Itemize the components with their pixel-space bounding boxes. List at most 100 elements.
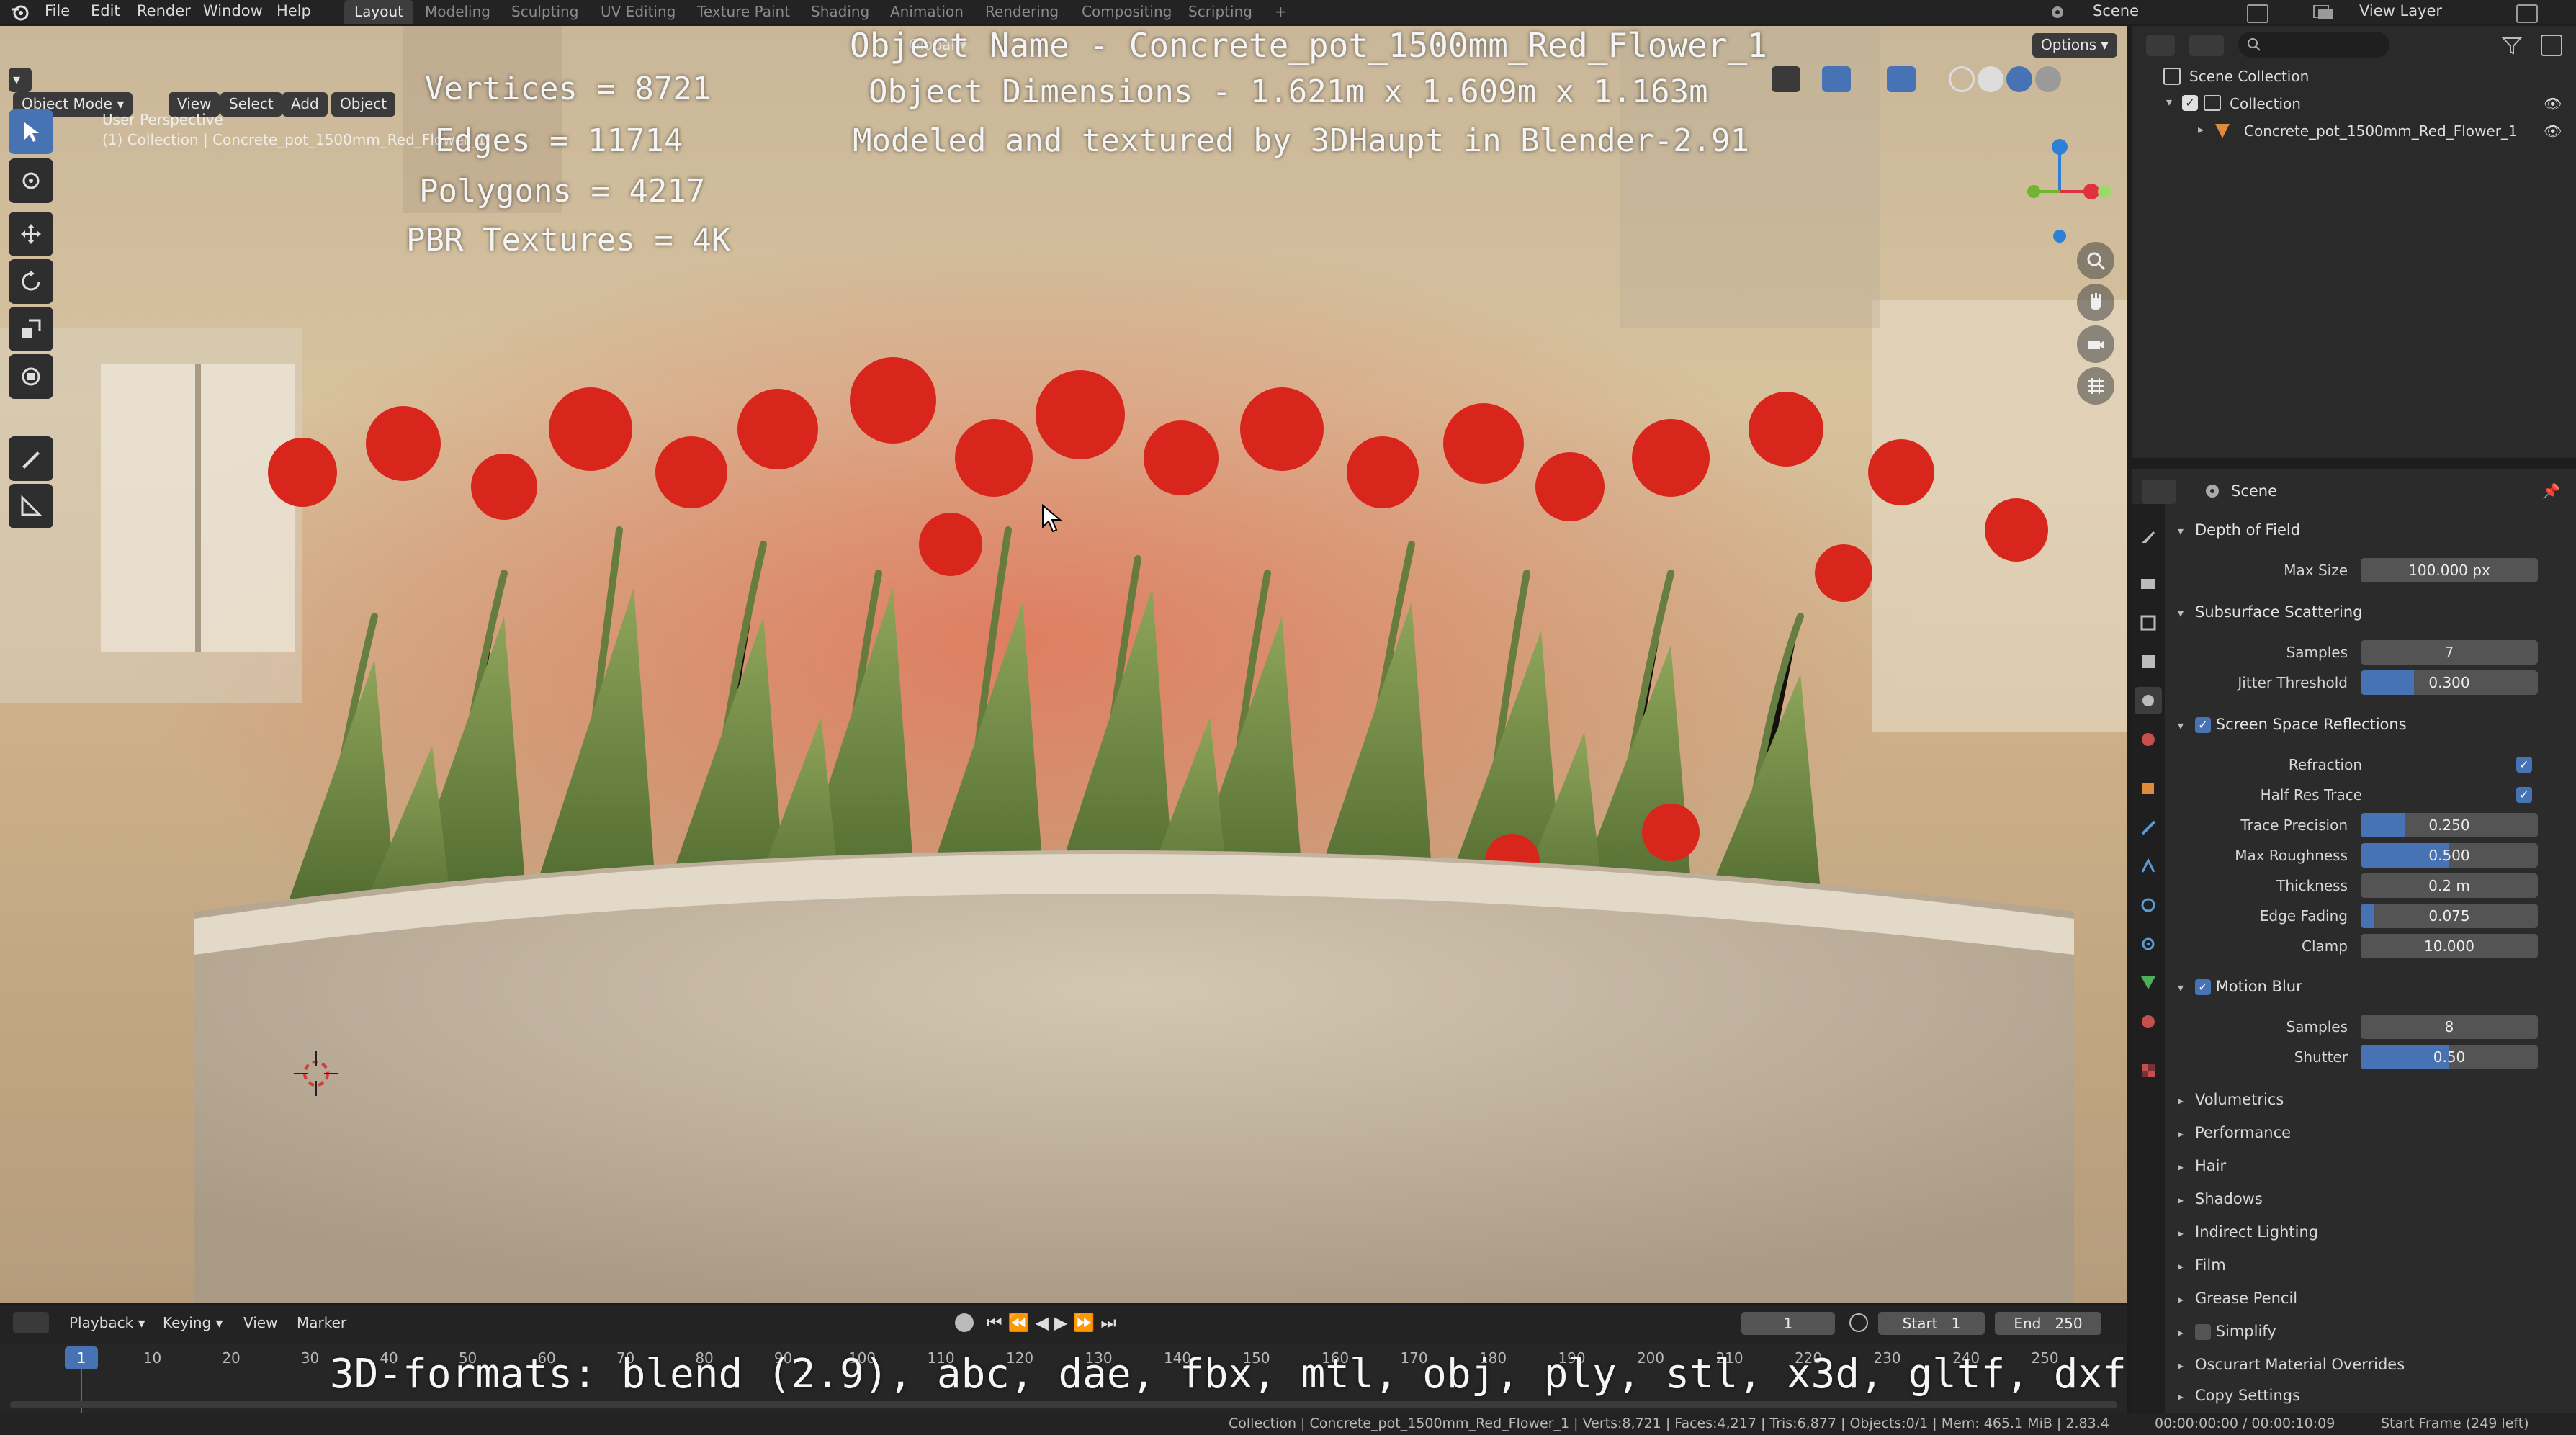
overlays-icon[interactable] [1887, 66, 1916, 92]
shadows-panel-header[interactable]: ▸ Shadows [2178, 1182, 2263, 1215]
sss-samples-field[interactable]: 7 [2361, 640, 2538, 665]
jitter-threshold-slider[interactable]: 0.300 [2361, 670, 2538, 695]
select-menu[interactable]: Select [220, 92, 282, 117]
object-label[interactable]: Concrete_pot_1500mm_Red_Flower_1 [2244, 121, 2518, 141]
menu-file[interactable]: File [45, 0, 70, 24]
tab-rendering[interactable]: Rendering [975, 0, 1069, 24]
timeline-view-menu[interactable]: View [243, 1310, 277, 1335]
view-layer-tab-icon[interactable] [2135, 648, 2162, 675]
add-workspace-icon[interactable]: + [1265, 0, 1297, 24]
indirect-lighting-panel-header[interactable]: ▸ Indirect Lighting [2178, 1215, 2318, 1249]
measure-tool-icon[interactable] [9, 484, 53, 528]
current-frame-field[interactable]: 1 [1741, 1312, 1835, 1335]
texture-tab-icon[interactable] [2135, 1057, 2162, 1084]
copy-settings-panel-header[interactable]: ▸ Copy Settings [2178, 1381, 2300, 1410]
playback-menu[interactable]: Playback ▾ [69, 1310, 145, 1335]
particles-tab-icon[interactable] [2135, 853, 2162, 880]
collection-label[interactable]: Collection [2230, 94, 2301, 114]
menu-render[interactable]: Render [137, 0, 191, 24]
zoom-icon[interactable] [2077, 242, 2114, 279]
motion-blur-samples-field[interactable]: 8 [2361, 1015, 2538, 1039]
stopwatch-icon[interactable] [1849, 1313, 1868, 1332]
select-box-tool-icon[interactable] [9, 109, 53, 154]
3d-cursor-icon[interactable] [291, 1048, 341, 1099]
refraction-checkbox[interactable]: ✓ [2516, 757, 2532, 773]
navigation-gizmo[interactable] [1999, 107, 2114, 251]
object-tab-icon[interactable] [2135, 775, 2162, 802]
outliner-search-input[interactable] [2238, 32, 2389, 58]
motion-blur-enable-checkbox[interactable]: ✓ [2195, 979, 2211, 995]
tab-scripting[interactable]: Scripting [1178, 0, 1262, 24]
view-layer-icon[interactable] [2312, 3, 2336, 22]
oscurart-panel-header[interactable]: ▸ Oscurart Material Overrides [2178, 1348, 2405, 1381]
timeline-editor-type-icon[interactable] [13, 1312, 49, 1333]
keying-menu[interactable]: Keying ▾ [163, 1310, 223, 1335]
new-view-layer-icon[interactable] [2516, 4, 2538, 23]
object-menu[interactable]: Object [331, 92, 396, 117]
object-expand-icon[interactable]: ▸ [2198, 122, 2204, 136]
pin-icon[interactable]: 📌 [2542, 482, 2560, 500]
display-mode-icon[interactable] [2189, 35, 2224, 56]
blender-logo-icon[interactable] [10, 3, 29, 22]
timeline-scrollbar[interactable] [10, 1401, 2117, 1408]
playhead[interactable]: 1 [65, 1346, 98, 1369]
tab-layout[interactable]: Layout [344, 0, 413, 24]
tab-texture-paint[interactable]: Texture Paint [687, 0, 800, 24]
start-frame-field[interactable]: Start 1 [1878, 1312, 1985, 1335]
modifier-tab-icon[interactable] [2135, 814, 2162, 841]
tab-compositing[interactable]: Compositing [1072, 0, 1182, 24]
move-tool-icon[interactable] [9, 212, 53, 256]
object-visibility-eye-icon[interactable]: 👁 [2544, 122, 2562, 140]
render-tab-icon[interactable] [2135, 570, 2162, 598]
film-panel-header[interactable]: ▸ Film [2178, 1249, 2226, 1282]
tab-shading[interactable]: Shading [801, 0, 879, 24]
rotate-tool-icon[interactable] [9, 259, 53, 304]
simplify-panel-header[interactable]: ▸ Simplify [2178, 1315, 2276, 1348]
volumetrics-panel-header[interactable]: ▸ Volumetrics [2178, 1083, 2284, 1116]
simplify-checkbox[interactable] [2195, 1324, 2211, 1340]
material-shading-icon[interactable] [2006, 66, 2032, 92]
perspective-toggle-icon[interactable] [2077, 367, 2114, 405]
tab-animation[interactable]: Animation [880, 0, 974, 24]
edge-fading-slider[interactable]: 0.075 [2361, 904, 2538, 928]
solid-shading-icon[interactable] [1978, 66, 2003, 92]
record-icon[interactable] [955, 1313, 974, 1332]
cursor-tool-icon[interactable] [9, 158, 53, 203]
collection-checkbox[interactable]: ✓ [2182, 95, 2198, 111]
physics-tab-icon[interactable] [2135, 891, 2162, 919]
transform-tool-icon[interactable] [9, 354, 53, 399]
visibility-icon[interactable] [1772, 66, 1800, 92]
material-tab-icon[interactable] [2135, 1008, 2162, 1035]
wireframe-shading-icon[interactable] [1949, 66, 1975, 92]
tool-tab-icon[interactable] [2135, 523, 2162, 550]
new-collection-icon[interactable] [2541, 35, 2562, 56]
hair-panel-header[interactable]: ▸ Hair [2178, 1149, 2226, 1182]
properties-editor-type-icon[interactable] [2142, 480, 2176, 504]
annotate-tool-icon[interactable] [9, 436, 53, 481]
output-tab-icon[interactable] [2135, 609, 2162, 636]
menu-edit[interactable]: Edit [91, 0, 120, 24]
world-tab-icon[interactable] [2135, 726, 2162, 753]
outliner-editor-type-icon[interactable] [2146, 35, 2175, 56]
constraints-tab-icon[interactable] [2135, 930, 2162, 958]
pan-hand-icon[interactable] [2077, 284, 2114, 321]
scene-tab-icon[interactable] [2135, 687, 2162, 714]
motion-blur-panel-header[interactable]: ▾ ✓ Motion Blur [2178, 971, 2302, 1002]
rendered-shading-icon[interactable] [2035, 66, 2061, 92]
depth-of-field-panel-header[interactable]: ▾ Depth of Field [2178, 514, 2300, 546]
screen-space-reflections-panel-header[interactable]: ▾ ✓ Screen Space Reflections [2178, 708, 2407, 740]
3d-viewport[interactable]: ▾ Object Mode ▾ View Select Add Object G… [0, 26, 2127, 1303]
performance-panel-header[interactable]: ▸ Performance [2178, 1116, 2291, 1149]
collection-expand-icon[interactable]: ▾ [2166, 95, 2172, 109]
marker-menu[interactable]: Marker [297, 1310, 346, 1335]
end-frame-field[interactable]: End 250 [1995, 1312, 2101, 1335]
data-tab-icon[interactable] [2135, 969, 2162, 997]
collection-visibility-eye-icon[interactable]: 👁 [2544, 95, 2562, 112]
thickness-field[interactable]: 0.2 m [2361, 873, 2538, 898]
scene-name[interactable]: Scene [2093, 0, 2139, 24]
scene-icon[interactable] [2048, 3, 2067, 22]
editor-type-icon[interactable]: ▾ [9, 68, 32, 92]
filter-icon[interactable] [2500, 35, 2525, 56]
tab-sculpting[interactable]: Sculpting [501, 0, 588, 24]
playback-controls[interactable]: ⏮⏪◀▶⏩⏭ [987, 1310, 1122, 1335]
